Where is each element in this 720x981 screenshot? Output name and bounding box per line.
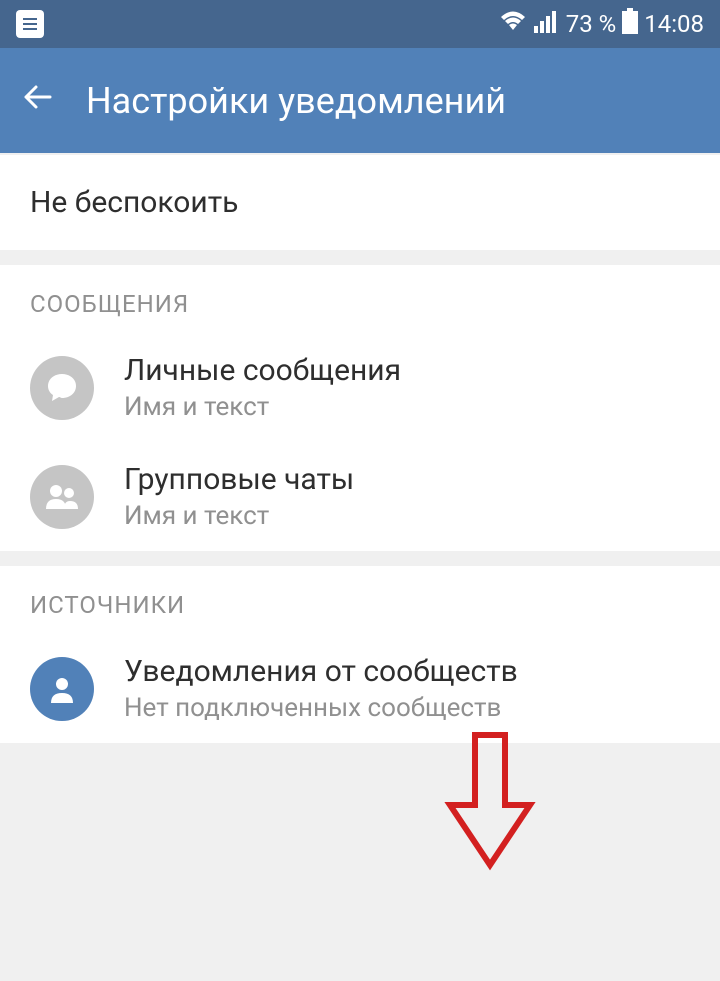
item-private-messages[interactable]: Личные сообщения Имя и текст — [0, 333, 720, 442]
item-label: Не беспокоить — [30, 185, 238, 220]
arrow-annotation — [440, 730, 540, 884]
status-right: 73 % 14:08 — [498, 8, 704, 40]
status-left — [16, 10, 44, 38]
item-group-chats[interactable]: Групповые чаты Имя и текст — [0, 442, 720, 551]
chat-icon — [30, 356, 94, 420]
clock-time: 14:08 — [644, 10, 704, 38]
item-community-notifications[interactable]: Уведомления от сообществ Нет подключенны… — [0, 634, 720, 743]
item-primary-label: Личные сообщения — [124, 353, 401, 388]
person-icon — [30, 657, 94, 721]
battery-percent: 73 % — [566, 10, 617, 38]
section-dnd: Не беспокоить — [0, 155, 720, 250]
item-secondary-label: Имя и текст — [124, 392, 401, 422]
section-header-messages: Сообщения — [0, 265, 720, 333]
page-title: Настройки уведомлений — [86, 80, 506, 122]
item-primary-label: Групповые чаты — [124, 462, 354, 497]
status-bar: 73 % 14:08 — [0, 0, 720, 48]
back-button[interactable] — [20, 79, 56, 122]
section-messages: Сообщения Личные сообщения Имя и текст Г… — [0, 265, 720, 551]
app-bar: Настройки уведомлений — [0, 48, 720, 153]
item-secondary-label: Нет подключенных сообществ — [124, 693, 518, 723]
item-secondary-label: Имя и текст — [124, 501, 354, 531]
item-text: Уведомления от сообществ Нет подключенны… — [124, 654, 518, 723]
group-icon — [30, 465, 94, 529]
wifi-icon — [498, 9, 528, 39]
menu-icon — [16, 10, 44, 38]
item-primary-label: Уведомления от сообществ — [124, 654, 518, 689]
item-text: Групповые чаты Имя и текст — [124, 462, 354, 531]
signal-icon — [534, 9, 560, 39]
section-header-sources: Источники — [0, 566, 720, 634]
item-do-not-disturb[interactable]: Не беспокоить — [0, 155, 720, 250]
item-text: Личные сообщения Имя и текст — [124, 353, 401, 422]
battery-icon — [622, 8, 638, 40]
section-sources: Источники Уведомления от сообществ Нет п… — [0, 566, 720, 743]
